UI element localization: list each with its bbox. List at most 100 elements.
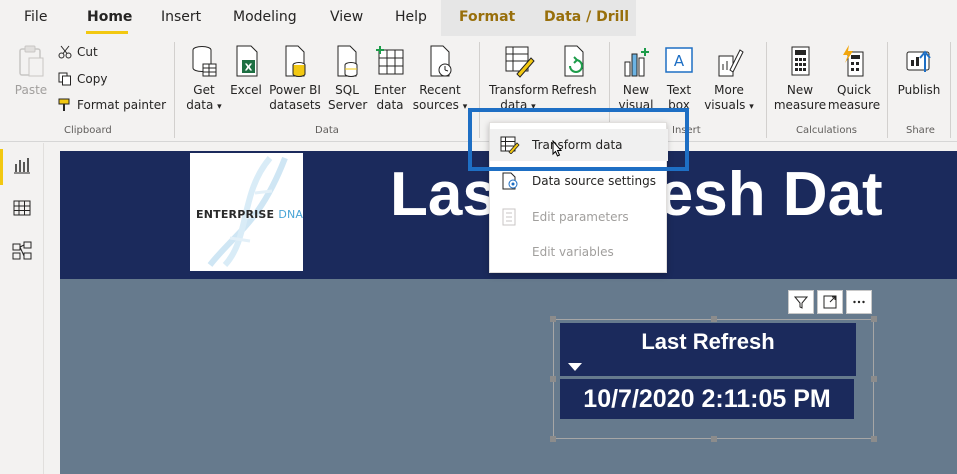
resize-handle[interactable] [711, 316, 717, 322]
focus-mode-button[interactable] [817, 290, 843, 314]
publish-button[interactable]: Publish [896, 44, 942, 98]
text-box-button[interactable]: A Text box [660, 44, 698, 113]
card-value: 10/7/2020 2:11:05 PM [583, 385, 831, 413]
recent-sources-icon [430, 45, 452, 77]
power-bi-datasets-button[interactable]: Power BI datasets [268, 44, 322, 113]
scissors-icon [58, 45, 72, 59]
logo-accent: DNA [278, 208, 304, 221]
recent-sources-button[interactable]: Recent sources ▾ [412, 44, 468, 115]
new-measure-label-2: measure [773, 98, 827, 112]
bar-chart-icon [624, 48, 649, 77]
menu-item-label: Edit variables [532, 245, 614, 259]
get-data-label-1: Get [193, 83, 215, 97]
copy-button[interactable]: Copy [58, 72, 107, 86]
triangle-down-icon[interactable] [568, 363, 582, 371]
data-view-icon[interactable] [12, 198, 32, 218]
new-measure-label-1: New [786, 83, 814, 97]
new-visual-label-1: New [622, 83, 650, 97]
calculator-icon [791, 46, 810, 76]
transform-data-button[interactable]: Transform data ▾ [489, 44, 549, 115]
more-options-button[interactable] [846, 290, 872, 314]
tab-view[interactable]: View [330, 9, 363, 25]
chevron-down-icon: ▾ [462, 102, 468, 112]
menu-item-label: Data source settings [532, 174, 656, 188]
ellipsis-icon [853, 300, 865, 304]
refresh-icon [564, 45, 584, 77]
paste-label: Paste [14, 83, 48, 97]
tab-data-drill[interactable]: Data / Drill [544, 9, 629, 25]
format-painter-button[interactable]: Format painter [58, 98, 166, 112]
power-bi-datasets-label-2: datasets [269, 98, 321, 112]
resize-handle[interactable] [550, 376, 556, 382]
dataset-icon [285, 45, 306, 77]
new-measure-button[interactable]: New measure [772, 44, 828, 113]
recent-sources-label-2: sources [412, 98, 459, 112]
tab-help[interactable]: Help [395, 9, 427, 25]
active-tab-indicator [86, 31, 128, 34]
data-source-settings-icon [502, 172, 518, 190]
more-visuals-label-1: More [714, 83, 744, 97]
enter-data-label-1: Enter [373, 83, 407, 97]
paintbrush-icon [58, 98, 70, 111]
format-painter-label: Format painter [77, 98, 167, 112]
power-bi-datasets-label-1: Power BI [269, 83, 321, 97]
cut-label: Cut [77, 45, 98, 59]
paste-button[interactable]: Paste [12, 44, 50, 98]
refresh-button[interactable]: Refresh [551, 44, 597, 98]
quick-measure-icon [843, 45, 864, 77]
highlight-annotation [468, 108, 689, 171]
sql-server-button[interactable]: SQL Server [328, 44, 367, 113]
resize-handle[interactable] [871, 436, 877, 442]
tab-modeling[interactable]: Modeling [233, 9, 297, 25]
database-icon [192, 46, 217, 77]
recent-sources-label-1: Recent [419, 83, 461, 97]
more-visuals-label-2: visuals [704, 98, 746, 112]
tab-home[interactable]: Home [87, 9, 132, 25]
menu-item-edit-parameters[interactable]: Edit parameters [490, 201, 668, 233]
enter-data-label-2: data [376, 98, 404, 112]
quick-measure-label-2: measure [827, 98, 881, 112]
tab-file[interactable]: File [24, 9, 47, 25]
group-separator [174, 42, 175, 138]
enter-data-button[interactable]: Enter data [371, 44, 409, 113]
more-visuals-button[interactable]: More visuals ▾ [702, 44, 756, 115]
transform-data-label-1: Transform [489, 83, 549, 97]
cut-button[interactable]: Cut [58, 45, 98, 59]
edit-parameters-icon [502, 208, 516, 226]
filter-icon [794, 296, 808, 309]
tab-insert[interactable]: Insert [161, 9, 201, 25]
group-separator [887, 42, 888, 138]
more-visuals-icon [718, 49, 744, 77]
card-value-box: 10/7/2020 2:11:05 PM [560, 379, 854, 419]
model-view-icon[interactable] [12, 241, 32, 261]
tab-format[interactable]: Format [459, 9, 515, 25]
ribbon-tabs: File Home Insert Modeling View Help Form… [0, 0, 957, 36]
sql-server-icon [337, 45, 358, 77]
svg-text:A: A [674, 52, 685, 70]
quick-measure-button[interactable]: Quick measure [826, 44, 882, 113]
quick-measure-label-1: Quick [837, 83, 871, 97]
menu-item-edit-variables[interactable]: Edit variables [490, 236, 668, 268]
logo-wordmark: ENTERPRISE DNA [196, 208, 303, 221]
filter-button[interactable] [788, 290, 814, 314]
expand-icon [823, 295, 837, 309]
report-view-icon[interactable] [12, 155, 32, 175]
resize-handle[interactable] [711, 436, 717, 442]
card-header: Last Refresh [560, 323, 856, 376]
card-title: Last Refresh [641, 329, 775, 354]
resize-handle[interactable] [550, 316, 556, 322]
resize-handle[interactable] [871, 316, 877, 322]
excel-button[interactable]: X Excel [228, 44, 264, 98]
chevron-down-icon: ▾ [749, 102, 754, 112]
share-group-label: Share [906, 125, 935, 136]
resize-handle[interactable] [871, 376, 877, 382]
data-group-label: Data [315, 125, 339, 136]
refresh-label: Refresh [551, 83, 597, 97]
resize-handle[interactable] [550, 436, 556, 442]
get-data-button[interactable]: Get data ▾ [186, 44, 222, 115]
calculations-group-label: Calculations [796, 125, 857, 136]
chevron-down-icon: ▾ [217, 102, 222, 112]
new-visual-button[interactable]: New visual [618, 44, 654, 113]
table-plus-icon [376, 46, 404, 75]
get-data-label-2: data [186, 98, 214, 112]
